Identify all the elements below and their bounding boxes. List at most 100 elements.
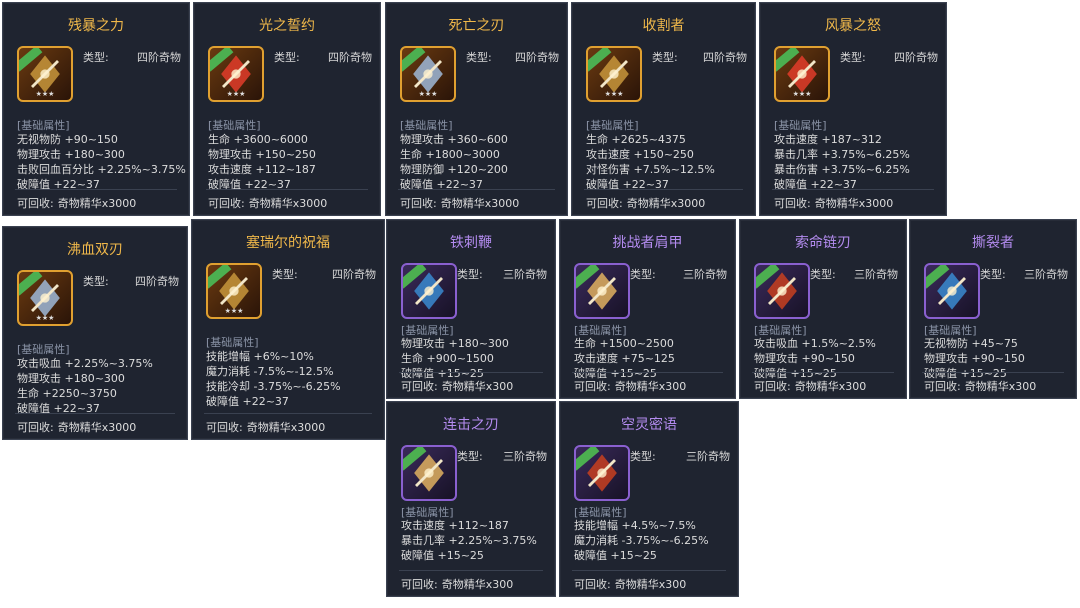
stat-list: 生命 +2625~4375 攻击速度 +150~250 对怪伤害 +7.5%~12.… <box>586 132 715 192</box>
divider <box>204 413 372 414</box>
type-value: 三阶奇物 <box>854 268 898 281</box>
recycle-value: 奇物精华x300 <box>964 380 1037 393</box>
item-card[interactable]: 风暴之怒 ★★★ 类型: 四阶奇物 [基础属性] 攻击速度 +187~312 暴击几率 +3… <box>759 2 947 216</box>
stat-line: 攻击速度 +75~125 <box>574 352 675 365</box>
recycle-info: 可回收: 奇物精华x3000 <box>206 419 325 435</box>
stat-line: 破障值 +15~25 <box>574 549 657 562</box>
stat-line: 魔力消耗 -7.5%~-12.5% <box>206 365 334 378</box>
section-label: [基础属性] <box>17 343 70 356</box>
section-label: [基础属性] <box>206 336 259 349</box>
pauldron-icon <box>574 263 630 319</box>
item-card[interactable]: 沸血双刃 ★★★ 类型: 四阶奇物 [基础属性] 攻击吸血 +2.25%~3.75% 物理攻… <box>2 226 188 440</box>
stat-line: 攻击速度 +150~250 <box>586 148 694 161</box>
stat-list: 无视物防 +90~150 物理攻击 +180~300 击败回血百分比 +2.25%~… <box>17 132 186 192</box>
stat-line: 攻击速度 +187~312 <box>774 133 882 146</box>
stat-line: 暴击几率 +2.25%~3.75% <box>401 534 537 547</box>
stat-line: 生命 +3600~6000 <box>208 133 308 146</box>
spiked-whip-icon <box>401 263 457 319</box>
item-card[interactable]: 挑战者肩甲 类型: 三阶奇物 [基础属性] 生命 +1500~2500 攻击速度 +75~… <box>559 219 736 399</box>
stat-list: 生命 +3600~6000 物理攻击 +150~250 攻击速度 +112~187 破… <box>208 132 316 192</box>
type-value: 四阶奇物 <box>135 275 179 288</box>
type-value: 四阶奇物 <box>894 51 938 64</box>
stat-list: 生命 +1500~2500 攻击速度 +75~125 破障值 +15~25 <box>574 336 675 381</box>
stat-line: 击败回血百分比 +2.25%~3.75% <box>17 163 186 176</box>
type-label: 类型: <box>457 450 483 463</box>
item-card[interactable]: 撕裂者 类型: 三阶奇物 [基础属性] 无视物防 +45~75 物理攻击 +90~150 破… <box>909 219 1077 399</box>
stat-line: 物理防御 +120~200 <box>400 163 508 176</box>
stat-line: 物理攻击 +90~150 <box>924 352 1025 365</box>
type-value: 三阶奇物 <box>683 268 727 281</box>
section-label: [基础属性] <box>774 119 827 132</box>
item-card[interactable]: 收割者 ★★★ 类型: 四阶奇物 [基础属性] 生命 +2625~4375 攻击速度 +15… <box>571 2 756 216</box>
item-card[interactable]: 光之誓约 ★★★ 类型: 四阶奇物 [基础属性] 生命 +3600~6000 物理攻击 +1… <box>193 2 381 216</box>
recycle-value: 奇物精华x3000 <box>440 197 520 210</box>
claw-icon <box>924 263 980 319</box>
stat-line: 技能增幅 +4.5%~7.5% <box>574 519 696 532</box>
recycle-label: 可回收: <box>924 380 961 393</box>
trident-icon: ★★★ <box>774 46 830 102</box>
type-label: 类型: <box>272 268 298 281</box>
item-name: 挑战者肩甲 <box>612 235 683 251</box>
recycle-label: 可回收: <box>574 578 611 591</box>
item-card[interactable]: 残暴之力 ★★★ 类型: 四阶奇物 [基础属性] 无视物防 +90~150 物理攻击 +18… <box>2 2 190 216</box>
item-name: 铁刺鞭 <box>450 235 492 251</box>
spiked-gauntlet-icon: ★★★ <box>17 46 73 102</box>
stat-line: 暴击伤害 +3.75%~6.25% <box>774 163 910 176</box>
recycle-value: 奇物精华x3000 <box>57 197 137 210</box>
stat-list: 无视物防 +45~75 物理攻击 +90~150 破障值 +15~25 <box>924 336 1025 381</box>
type-label: 类型: <box>274 51 300 64</box>
recycle-info: 可回收: 奇物精华x3000 <box>17 195 136 211</box>
type-label: 类型: <box>83 51 109 64</box>
stat-list: 物理攻击 +180~300 生命 +900~1500 破障值 +15~25 <box>401 336 509 381</box>
item-name: 索命链刃 <box>795 235 851 251</box>
recycle-info: 可回收: 奇物精华x3000 <box>17 419 136 435</box>
recycle-value: 奇物精华x300 <box>441 380 514 393</box>
recycle-label: 可回收: <box>401 380 438 393</box>
stat-line: 对怪伤害 +7.5%~12.5% <box>586 163 715 176</box>
recycle-label: 可回收: <box>586 197 623 210</box>
stat-list: 攻击速度 +112~187 暴击几率 +2.25%~3.75% 破障值 +15~25 <box>401 518 537 563</box>
item-name: 光之誓约 <box>259 18 315 34</box>
divider <box>206 189 368 190</box>
stat-line: 物理攻击 +90~150 <box>754 352 855 365</box>
stat-line: 技能冷却 -3.75%~-6.25% <box>206 380 341 393</box>
twin-blades-icon: ★★★ <box>17 270 73 326</box>
scythe-icon: ★★★ <box>586 46 642 102</box>
item-card[interactable]: 死亡之刃 ★★★ 类型: 四阶奇物 [基础属性] 物理攻击 +360~600 生命 +180… <box>385 2 568 216</box>
type-label: 类型: <box>457 268 483 281</box>
stat-list: 攻击吸血 +2.25%~3.75% 物理攻击 +180~300 生命 +2250~3… <box>17 356 153 416</box>
type-label: 类型: <box>466 51 492 64</box>
stat-line: 魔力消耗 -3.75%~-6.25% <box>574 534 709 547</box>
item-name: 风暴之怒 <box>825 18 881 34</box>
type-label: 类型: <box>840 51 866 64</box>
stat-line: 物理攻击 +150~250 <box>208 148 316 161</box>
type-label: 类型: <box>810 268 836 281</box>
recycle-info: 可回收: 奇物精华x3000 <box>400 195 519 211</box>
recycle-value: 奇物精华x3000 <box>57 421 137 434</box>
stat-line: 生命 +2625~4375 <box>586 133 686 146</box>
recycle-label: 可回收: <box>774 197 811 210</box>
divider <box>399 570 543 571</box>
recycle-info: 可回收: 奇物精华x300 <box>924 378 1036 394</box>
section-label: [基础属性] <box>17 119 70 132</box>
divider <box>399 372 543 373</box>
stat-line: 物理攻击 +360~600 <box>400 133 508 146</box>
item-name: 死亡之刃 <box>448 18 505 34</box>
item-card[interactable]: 连击之刃 类型: 三阶奇物 [基础属性] 攻击速度 +112~187 暴击几率 +2.25… <box>386 401 556 597</box>
divider <box>772 189 934 190</box>
stat-line: 暴击几率 +3.75%~6.25% <box>774 148 910 161</box>
type-label: 类型: <box>630 450 656 463</box>
item-card[interactable]: 空灵密语 类型: 三阶奇物 [基础属性] 技能增幅 +4.5%~7.5% 魔力消耗 -3.… <box>559 401 739 597</box>
stat-line: 生命 +1800~3000 <box>400 148 500 161</box>
recycle-info: 可回收: 奇物精华x300 <box>574 576 686 592</box>
recycle-label: 可回收: <box>17 197 54 210</box>
item-card[interactable]: 索命链刃 类型: 三阶奇物 [基础属性] 攻击吸血 +1.5%~2.5% 物理攻击 +90… <box>739 219 907 399</box>
type-value: 四阶奇物 <box>515 51 559 64</box>
recycle-value: 奇物精华x300 <box>441 578 514 591</box>
type-value: 四阶奇物 <box>137 51 181 64</box>
divider <box>752 372 894 373</box>
item-card[interactable]: 铁刺鞭 类型: 三阶奇物 [基础属性] 物理攻击 +180~300 生命 +900~150… <box>386 219 556 399</box>
recycle-info: 可回收: 奇物精华x3000 <box>208 195 327 211</box>
stat-list: 攻击速度 +187~312 暴击几率 +3.75%~6.25% 暴击伤害 +3.75… <box>774 132 910 192</box>
item-card[interactable]: 塞瑞尔的祝福 ★★★ 类型: 四阶奇物 [基础属性] 技能增幅 +6%~10% 魔力消耗 -… <box>191 219 385 440</box>
